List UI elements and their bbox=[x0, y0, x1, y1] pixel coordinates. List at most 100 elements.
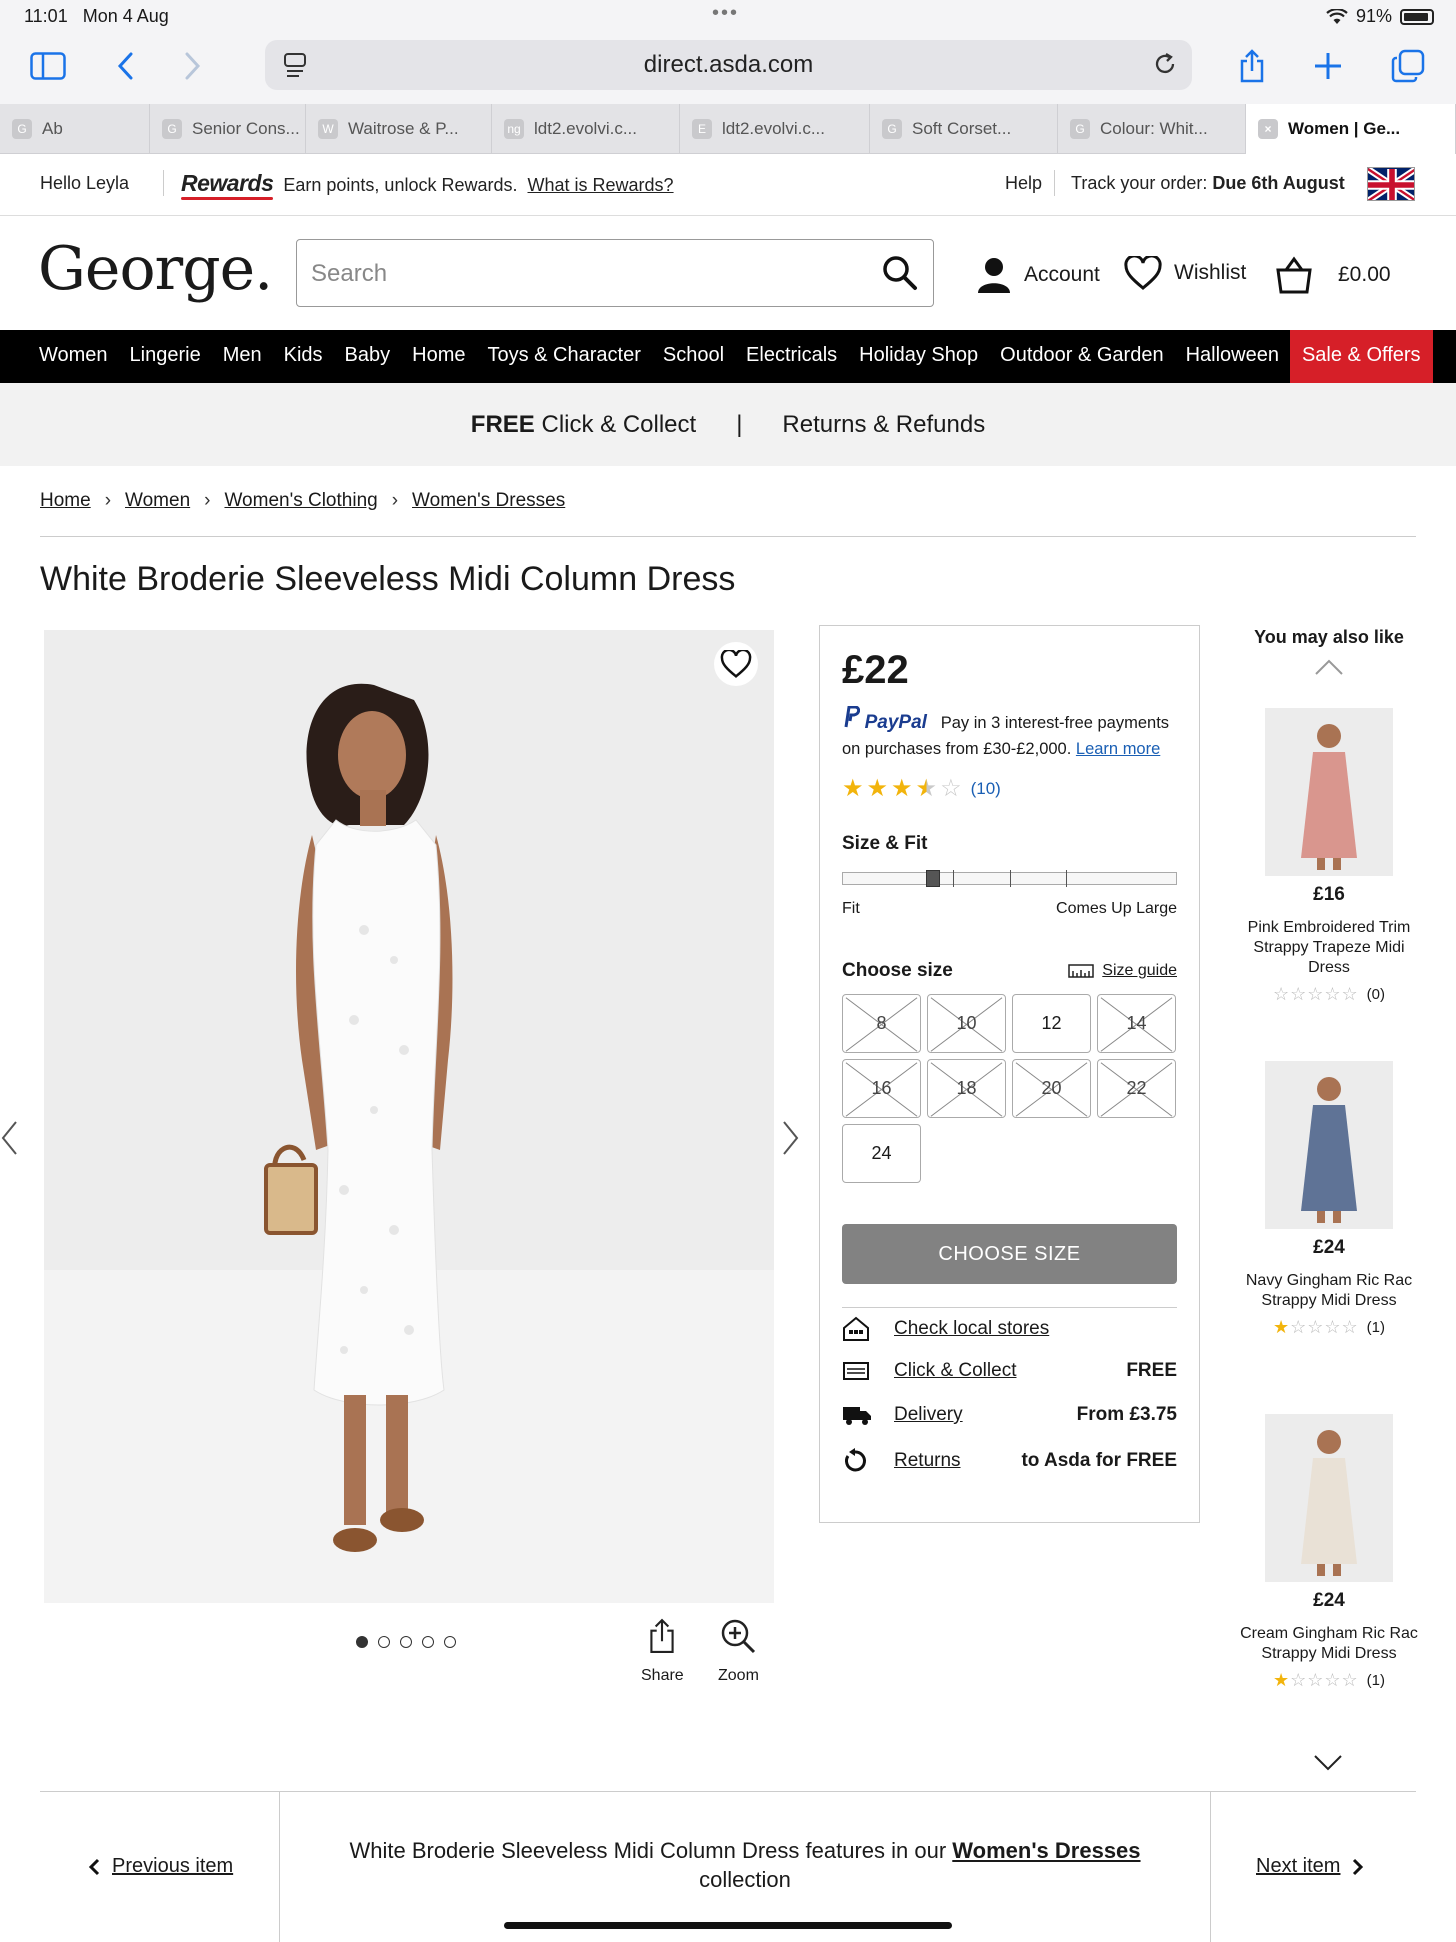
recommendation-image[interactable] bbox=[1265, 1061, 1393, 1229]
home-indicator[interactable] bbox=[504, 1922, 952, 1929]
size-option-22[interactable]: 22 bbox=[1097, 1059, 1176, 1118]
promo-returns[interactable]: Returns & Refunds bbox=[782, 411, 985, 439]
reviews-count-link[interactable]: (10) bbox=[971, 779, 1001, 799]
learn-more-link[interactable]: Learn more bbox=[1076, 740, 1160, 758]
pagination-dot[interactable] bbox=[400, 1636, 412, 1648]
nav-item-baby[interactable]: Baby bbox=[334, 330, 402, 383]
size-option-18[interactable]: 18 bbox=[927, 1059, 1006, 1118]
url-text[interactable]: direct.asda.com bbox=[644, 51, 813, 79]
breadcrumb-home[interactable]: Home bbox=[40, 490, 91, 512]
track-order[interactable]: Track your order: Due 6th August bbox=[1071, 173, 1345, 194]
nav-item-men[interactable]: Men bbox=[212, 330, 273, 383]
back-icon[interactable] bbox=[105, 46, 145, 86]
rating-stars[interactable]: ★ ★ ★ ★ ☆ (10) bbox=[842, 774, 1001, 803]
size-option-16[interactable]: 16 bbox=[842, 1059, 921, 1118]
recommendation-card[interactable]: £24 Navy Gingham Ric Rac Strappy Midi Dre… bbox=[1233, 1061, 1425, 1338]
size-guide-link[interactable]: Size guide bbox=[1068, 962, 1177, 980]
previous-image-arrow-icon[interactable] bbox=[0, 1120, 20, 1166]
uk-flag-icon[interactable] bbox=[1367, 167, 1415, 201]
browser-tab[interactable]: G Soft Corset... bbox=[870, 104, 1058, 154]
recommendation-card[interactable]: £24 Cream Gingham Ric Rac Strappy Midi Dr… bbox=[1233, 1414, 1425, 1691]
nav-item-electricals[interactable]: Electricals bbox=[735, 330, 848, 383]
next-item-link[interactable]: Next item bbox=[1256, 1855, 1364, 1878]
size-option-12[interactable]: 12 bbox=[1012, 994, 1091, 1053]
share-icon[interactable] bbox=[1232, 46, 1272, 86]
nav-item-holiday-shop[interactable]: Holiday Shop bbox=[848, 330, 989, 383]
pagination-dot[interactable] bbox=[422, 1636, 434, 1648]
service-check-local-stores[interactable]: Check local stores bbox=[842, 1316, 1177, 1342]
nav-item-outdoor-garden[interactable]: Outdoor & Garden bbox=[989, 330, 1174, 383]
chevron-down-icon[interactable] bbox=[1313, 1754, 1343, 1772]
breadcrumb-women[interactable]: Women bbox=[125, 490, 190, 512]
choose-size-button[interactable]: CHOOSE SIZE bbox=[842, 1224, 1177, 1284]
tabs-overview-icon[interactable] bbox=[1388, 46, 1428, 86]
image-pagination[interactable] bbox=[356, 1636, 456, 1648]
service-click-collect[interactable]: Click & Collect FREE bbox=[842, 1360, 1177, 1382]
size-option-10[interactable]: 10 bbox=[927, 994, 1006, 1053]
service-link[interactable]: Returns bbox=[894, 1450, 961, 1472]
recommendation-price: £16 bbox=[1313, 884, 1345, 905]
sidebar-icon[interactable] bbox=[28, 46, 68, 86]
previous-item-link[interactable]: Previous item bbox=[88, 1855, 233, 1878]
recommendation-name[interactable]: Cream Gingham Ric Rac Strappy Midi Dress bbox=[1233, 1624, 1425, 1664]
browser-tab[interactable]: W Waitrose & P... bbox=[306, 104, 492, 154]
george-logo[interactable]: George. bbox=[38, 234, 273, 304]
browser-tab[interactable]: G Ab bbox=[0, 104, 150, 154]
next-image-arrow-icon[interactable] bbox=[780, 1120, 800, 1166]
browser-tab[interactable]: × Women | Ge... bbox=[1246, 104, 1456, 154]
nav-item-school[interactable]: School bbox=[652, 330, 735, 383]
service-delivery[interactable]: Delivery From £3.75 bbox=[842, 1404, 1177, 1426]
pagination-dot[interactable] bbox=[356, 1636, 368, 1648]
browser-tab[interactable]: G Colour: Whit... bbox=[1058, 104, 1246, 154]
product-image[interactable] bbox=[44, 630, 774, 1603]
promo-click-collect[interactable]: FREE Click & Collect bbox=[471, 411, 696, 439]
womens-dresses-link[interactable]: Women's Dresses bbox=[952, 1838, 1140, 1863]
recommendation-name[interactable]: Navy Gingham Ric Rac Strappy Midi Dress bbox=[1233, 1271, 1425, 1311]
size-option-20[interactable]: 20 bbox=[1012, 1059, 1091, 1118]
browser-tab[interactable]: Eldt2.evolvi.c... bbox=[680, 104, 870, 154]
chevron-up-icon[interactable] bbox=[1314, 658, 1344, 676]
search-input[interactable]: Search bbox=[296, 239, 934, 307]
reload-icon[interactable] bbox=[1152, 51, 1178, 84]
pagination-dot[interactable] bbox=[444, 1636, 456, 1648]
zoom-button[interactable]: Zoom bbox=[718, 1618, 759, 1685]
breadcrumb-womens-dresses[interactable]: Women's Dresses bbox=[412, 490, 565, 512]
recommendation-card[interactable]: £16 Pink Embroidered Trim Strappy Trapeze… bbox=[1233, 708, 1425, 1005]
paypal-message: PayPal Pay in 3 interest-free payments o… bbox=[842, 705, 1187, 762]
nav-item-sale-offers[interactable]: Sale & Offers bbox=[1289, 330, 1433, 383]
wishlist-button[interactable]: Wishlist bbox=[1124, 256, 1246, 290]
nav-item-toys-character[interactable]: Toys & Character bbox=[476, 330, 651, 383]
what-is-rewards-link[interactable]: What is Rewards? bbox=[528, 175, 674, 196]
help-link[interactable]: Help bbox=[1005, 173, 1042, 194]
size-option-24[interactable]: 24 bbox=[842, 1124, 921, 1183]
url-bar[interactable]: direct.asda.com bbox=[265, 40, 1192, 90]
nav-item-lingerie[interactable]: Lingerie bbox=[119, 330, 212, 383]
size-option-14[interactable]: 14 bbox=[1097, 994, 1176, 1053]
size-option-8[interactable]: 8 bbox=[842, 994, 921, 1053]
reader-icon[interactable] bbox=[283, 52, 307, 85]
new-tab-icon[interactable] bbox=[1308, 46, 1348, 86]
nav-item-halloween[interactable]: Halloween bbox=[1175, 330, 1290, 383]
account-button[interactable]: Account bbox=[976, 256, 1100, 294]
pagination-dot[interactable] bbox=[378, 1636, 390, 1648]
breadcrumb-womens-clothing[interactable]: Women's Clothing bbox=[224, 490, 377, 512]
share-button[interactable]: Share bbox=[641, 1618, 684, 1685]
nav-item-women[interactable]: Women bbox=[28, 330, 119, 383]
service-returns[interactable]: Returns to Asda for FREE bbox=[842, 1448, 1177, 1474]
recommendation-image[interactable] bbox=[1265, 1414, 1393, 1582]
forward-icon[interactable] bbox=[173, 46, 213, 86]
returns-icon bbox=[842, 1448, 872, 1474]
service-link[interactable]: Check local stores bbox=[894, 1318, 1049, 1340]
nav-item-kids[interactable]: Kids bbox=[273, 330, 334, 383]
service-link[interactable]: Delivery bbox=[894, 1404, 963, 1426]
add-to-wishlist-button[interactable] bbox=[714, 642, 758, 686]
service-link[interactable]: Click & Collect bbox=[894, 1360, 1016, 1382]
search-icon[interactable] bbox=[881, 254, 919, 299]
browser-tab[interactable]: ng ldt2.evolvi.c... bbox=[492, 104, 680, 154]
recommendation-name[interactable]: Pink Embroidered Trim Strappy Trapeze Mi… bbox=[1233, 918, 1425, 978]
multitask-dots[interactable]: ••• bbox=[712, 2, 739, 25]
browser-tab[interactable]: G Senior Cons... bbox=[150, 104, 306, 154]
recommendation-image[interactable] bbox=[1265, 708, 1393, 876]
basket-button[interactable]: £0.00 bbox=[1274, 256, 1391, 294]
nav-item-home[interactable]: Home bbox=[401, 330, 476, 383]
